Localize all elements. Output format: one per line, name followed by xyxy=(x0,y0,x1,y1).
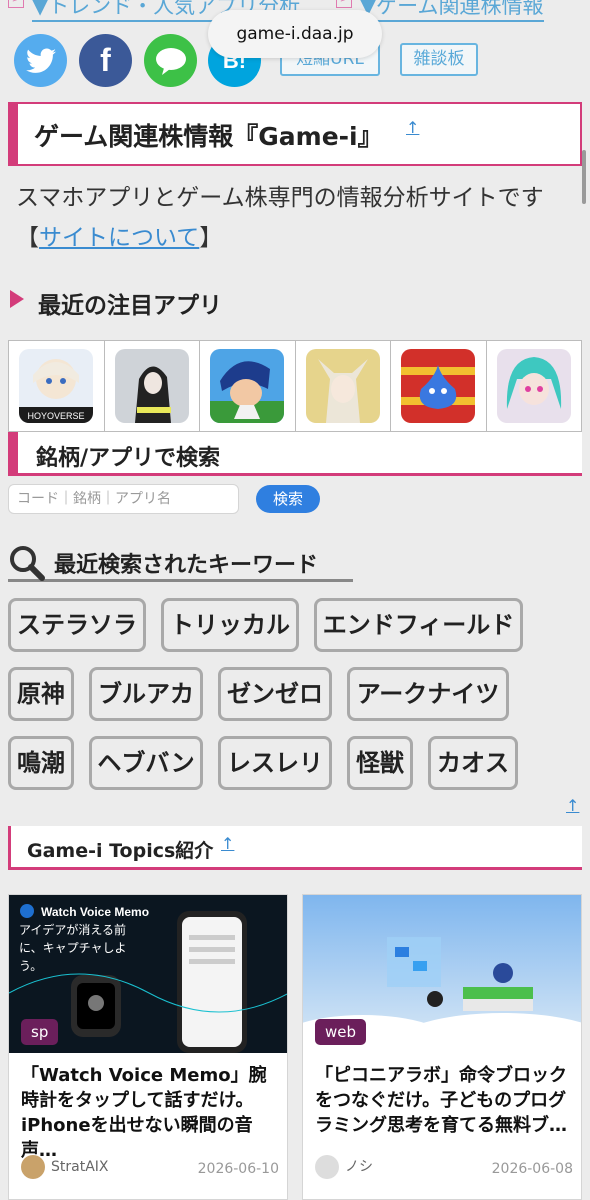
app-tile[interactable] xyxy=(487,341,582,431)
keyword-chip[interactable]: ステラソラ xyxy=(8,598,146,652)
topics-heading-label: Game-i Topics紹介 xyxy=(27,840,214,862)
topic-card-author: ノシ xyxy=(315,1155,373,1179)
description-text: スマホアプリとゲーム株専門の情報分析サイトです xyxy=(16,185,544,211)
topic-card-image-tagline: アイデアが消える前に、キャプチャしよう。 xyxy=(19,923,127,973)
app-tile[interactable] xyxy=(200,341,296,431)
search-input[interactable]: コード｜銘柄｜アプリ名 xyxy=(8,484,239,514)
search-heading: 銘柄/アプリで検索 xyxy=(8,432,582,476)
app-tile[interactable] xyxy=(391,341,487,431)
site-description: スマホアプリとゲーム株専門の情報分析サイトです 【サイトについて】 xyxy=(16,178,582,258)
line-chat-icon xyxy=(155,47,186,75)
avatar xyxy=(21,1155,45,1179)
facebook-share-button[interactable]: f xyxy=(79,34,132,87)
topic-card-author: StratAIX xyxy=(21,1155,109,1179)
keyword-chip[interactable]: 鳴潮 xyxy=(8,736,74,790)
foxgirl-app-icon[interactable] xyxy=(305,349,380,423)
forum-button[interactable]: 雑談板 xyxy=(400,43,478,76)
svg-text:Watch Voice Memo: Watch Voice Memo xyxy=(41,905,149,919)
cyberpunk-app-icon[interactable] xyxy=(114,349,189,423)
platform-badge: sp xyxy=(21,1019,59,1045)
keyword-chip[interactable]: ゼンゼロ xyxy=(218,667,332,721)
recent-keywords-heading: 最近検索されたキーワード xyxy=(8,542,353,582)
back-to-top-link[interactable]: ↑ xyxy=(406,118,419,137)
magnifier-icon xyxy=(10,546,45,581)
site-title-box: ゲーム関連株情報『Game-i』 ↑ xyxy=(8,102,582,166)
keyword-chip[interactable]: ブルアカ xyxy=(89,667,203,721)
topics-heading: Game-i Topics紹介 ↑ xyxy=(8,826,582,870)
avatar xyxy=(315,1155,339,1179)
keyword-chip[interactable]: レスレリ xyxy=(218,736,332,790)
bracket-open: 【 xyxy=(16,225,39,251)
svg-text:HOYOVERSE: HOYOVERSE xyxy=(28,411,85,421)
browser-url-pill[interactable]: game-i.daa.jp xyxy=(208,10,382,58)
keyword-chip[interactable]: エンドフィールド xyxy=(314,598,523,652)
platform-badge: web xyxy=(315,1019,367,1045)
back-to-top-link[interactable]: ↑ xyxy=(566,796,579,815)
topic-card-title[interactable]: 「Watch Voice Memo」腕時計をタップして話すだけ。iPhoneを出… xyxy=(21,1063,279,1163)
scrollbar[interactable] xyxy=(582,150,586,204)
search-button[interactable]: 検索 xyxy=(256,485,320,513)
featured-apps-strip: HOYOVERSE xyxy=(8,340,582,432)
keyword-chip[interactable]: アークナイツ xyxy=(347,667,509,721)
about-link[interactable]: サイトについて xyxy=(39,225,199,251)
topic-card[interactable]: Watch Voice Memo アイデアが消える前に、キャプチャしよう。 sp… xyxy=(8,894,288,1200)
app-tile[interactable] xyxy=(296,341,391,431)
twitter-bird-icon xyxy=(25,48,56,73)
triangle-icon xyxy=(10,290,24,308)
search-heading-label: 銘柄/アプリで検索 xyxy=(36,446,221,471)
keyword-chip[interactable]: ヘブバン xyxy=(89,736,203,790)
line-share-button[interactable] xyxy=(144,34,197,87)
dragonquest-slime-app-icon[interactable] xyxy=(401,349,476,423)
app-tile[interactable]: HOYOVERSE xyxy=(9,341,105,431)
facebook-icon: f xyxy=(100,42,111,78)
topic-card[interactable]: web 「ピコニアラボ」命令ブロックをつなぐだけ。子どものプログラミング思考を育… xyxy=(302,894,582,1200)
featured-heading-label: 最近の注目アプリ xyxy=(38,293,222,319)
author-name: ノシ xyxy=(345,1159,373,1175)
twitter-share-button[interactable] xyxy=(14,34,67,87)
keyword-chip[interactable]: カオス xyxy=(428,736,518,790)
topic-card-date: 2026-06-08 xyxy=(491,1161,573,1177)
author-name: StratAIX xyxy=(51,1159,109,1175)
keywords-heading-label: 最近検索されたキーワード xyxy=(54,553,319,578)
hoyoverse-app-icon[interactable]: HOYOVERSE xyxy=(19,349,94,423)
anime-girl-app-icon[interactable] xyxy=(496,349,571,423)
topic-card-date: 2026-06-10 xyxy=(197,1161,279,1177)
keyword-chip[interactable]: 原神 xyxy=(8,667,74,721)
topic-card-title[interactable]: 「ピコニアラボ」命令ブロックをつなぐだけ。子どものプログラミング思考を育てる無料… xyxy=(315,1063,573,1138)
bracket-close: 】 xyxy=(199,225,223,251)
page-title: ゲーム関連株情報『Game-i』 xyxy=(34,122,383,151)
keyword-chip[interactable]: 怪獣 xyxy=(347,736,413,790)
nav-box-icon: > xyxy=(8,0,24,8)
nav-link-stocks[interactable]: ▼ゲーム関連株情報 xyxy=(360,0,544,22)
app-tile[interactable] xyxy=(105,341,200,431)
soccer-app-icon[interactable] xyxy=(210,349,285,423)
keyword-chip[interactable]: トリッカル xyxy=(161,598,299,652)
nav-box-icon: > xyxy=(336,0,352,8)
back-to-top-link[interactable]: ↑ xyxy=(221,834,234,853)
